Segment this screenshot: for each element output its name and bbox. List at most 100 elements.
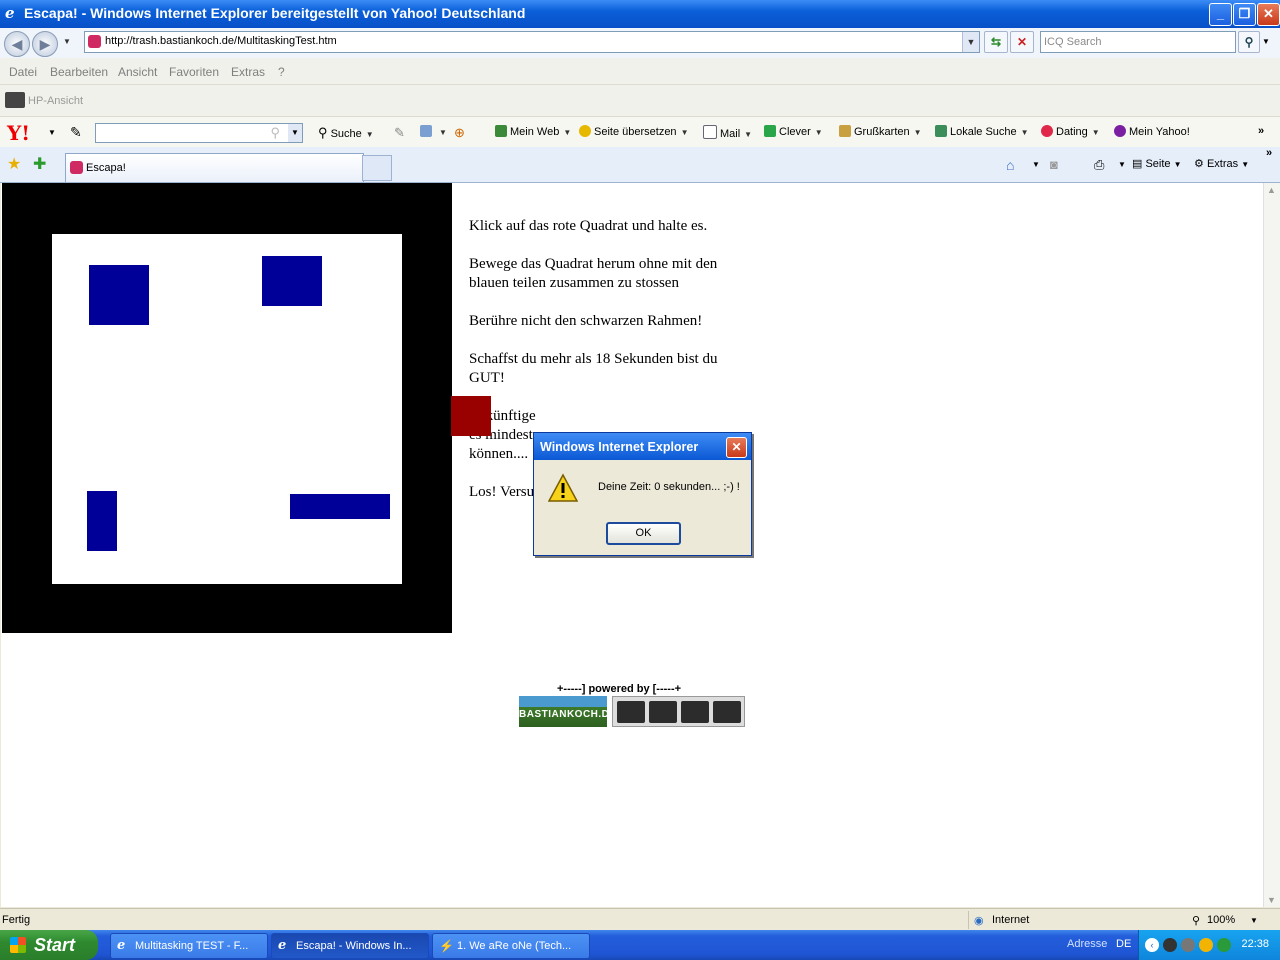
hp-view-button[interactable]: HP-Ansicht (28, 95, 83, 107)
history-dropdown-icon[interactable]: ▼ (63, 37, 71, 46)
search-box[interactable]: ICQ Search (1040, 31, 1236, 53)
yahoo-search-button[interactable]: ⚲ Suche ▼ (318, 125, 374, 141)
yahoo-dating[interactable]: Dating ▼ (1041, 125, 1100, 138)
nvidia-icon[interactable] (1217, 938, 1231, 952)
local-search-icon (935, 125, 947, 137)
taskbar-item-music[interactable]: ⚡ 1. We aRe oNe (Tech... (432, 933, 590, 959)
ok-button[interactable]: OK (606, 522, 681, 545)
print-icon[interactable]: ⎙ (1094, 157, 1104, 173)
network-ports-banner[interactable] (612, 696, 745, 727)
red-square[interactable] (451, 396, 491, 436)
search-options-icon[interactable]: ▼ (1262, 37, 1270, 46)
globe-icon: ◉ (974, 915, 984, 927)
yahoo-search-dropdown-icon[interactable]: ▼ (288, 124, 302, 142)
yahoo-mein-web[interactable]: Mein Web ▼ (495, 125, 571, 138)
hp-camera-icon (5, 92, 25, 108)
add-favorite-icon[interactable]: ✚ (33, 154, 46, 174)
magnifier-icon: ⚲ (270, 125, 280, 140)
refresh-button[interactable]: ⇆ (984, 31, 1008, 53)
url-input[interactable]: http://trash.bastiankoch.de/Multitasking… (105, 35, 337, 47)
yahoo-local-search[interactable]: Lokale Suche ▼ (935, 125, 1029, 138)
task-label: 1. We aRe oNe (Tech... (457, 940, 572, 952)
target-icon[interactable]: ⊕ (454, 125, 465, 141)
page-icon: ▤ (1132, 158, 1143, 170)
task-label: Multitasking TEST - F... (135, 940, 249, 952)
yahoo-search-input[interactable]: ⚲ ▼ (95, 123, 303, 143)
mein-web-label: Mein Web (510, 126, 560, 138)
logo-text: BASTIANKOCH.DE (519, 709, 617, 720)
tab-escapa[interactable]: Escapa! (65, 153, 364, 182)
dialog-close-button[interactable]: ✕ (726, 437, 747, 458)
yahoo-logo[interactable]: Y! (7, 121, 30, 145)
globe-tray-icon[interactable] (1199, 938, 1213, 952)
yahoo-menu-icon[interactable]: ▼ (48, 128, 56, 137)
yahoo-mail[interactable]: Mail ▼ (703, 125, 752, 140)
start-button[interactable]: Start (0, 930, 98, 960)
home-dropdown-icon[interactable]: ▼ (1032, 160, 1040, 169)
instruction-5a: Zukünftige (469, 408, 536, 424)
web-icon (495, 125, 507, 137)
zoom-icon[interactable]: ⚲ (1192, 914, 1200, 927)
yahoo-clever[interactable]: Clever ▼ (764, 125, 823, 138)
page-menu-button[interactable]: ▤ Seite ▼ (1132, 157, 1182, 170)
menu-help[interactable]: ? (278, 65, 285, 79)
home-icon[interactable]: ⌂ (1006, 157, 1014, 173)
ie-logo-icon: e (5, 4, 15, 22)
zoom-dropdown-icon[interactable]: ▼ (1250, 916, 1258, 925)
ie-icon: e (278, 938, 287, 953)
back-button[interactable]: ◀ (4, 31, 30, 57)
zoom-level[interactable]: 100% (1207, 914, 1235, 926)
highlight-icon[interactable]: ✎ (394, 125, 405, 141)
menu-bearbeiten[interactable]: Bearbeiten (50, 65, 108, 79)
blue-block (87, 491, 117, 551)
layout-icon[interactable]: ▼ (420, 125, 447, 138)
address-dropdown-icon[interactable]: ▼ (962, 32, 979, 52)
yahoo-mein-yahoo[interactable]: Mein Yahoo! (1114, 125, 1190, 138)
dialog-title-bar: Windows Internet Explorer ✕ (534, 433, 751, 460)
search-button[interactable]: ⚲ (1238, 31, 1260, 53)
scroll-down-icon[interactable]: ▼ (1267, 895, 1276, 905)
tab-bar: ★ ✚ Escapa! ⌂ ▼ ◙ ⎙ ▼ ▤ Seite ▼ ⚙ Extras… (0, 147, 1280, 183)
steam-icon[interactable] (1163, 938, 1177, 952)
tray-expand-icon[interactable]: ‹ (1145, 938, 1159, 952)
menu-favoriten[interactable]: Favoriten (169, 65, 219, 79)
bastiankoch-logo[interactable]: BASTIANKOCH.DE (519, 696, 616, 727)
toolbar-overflow-icon[interactable]: » (1258, 125, 1264, 137)
windows-flag-icon (10, 937, 26, 953)
status-text: Fertig (2, 914, 31, 926)
close-button[interactable]: ✕ (1257, 3, 1280, 26)
taskbar-item-multitasking[interactable]: e Multitasking TEST - F... (110, 933, 268, 959)
clock[interactable]: 22:38 (1241, 938, 1269, 950)
scroll-up-icon[interactable]: ▲ (1267, 185, 1276, 195)
mail-label: Mail (720, 128, 741, 140)
stop-icon: ✕ (1016, 35, 1028, 49)
translate-icon (579, 125, 591, 137)
vertical-scrollbar[interactable]: ▲ ▼ (1263, 183, 1280, 907)
print-dropdown-icon[interactable]: ▼ (1118, 160, 1126, 169)
maximize-button[interactable]: ❐ (1233, 3, 1256, 26)
port-icon (617, 701, 645, 723)
yahoo-cards[interactable]: Grußkarten ▼ (839, 125, 922, 138)
minimize-button[interactable]: _ (1209, 3, 1232, 26)
zone-text: Internet (992, 914, 1030, 926)
language-indicator[interactable]: DE (1116, 938, 1131, 950)
feeds-icon[interactable]: ◙ (1050, 157, 1058, 172)
menu-extras[interactable]: Extras (231, 65, 265, 79)
menu-ansicht[interactable]: Ansicht (118, 65, 157, 79)
search-input[interactable]: ICQ Search (1044, 36, 1101, 48)
taskbar-item-escapa[interactable]: e Escapa! - Windows In... (271, 933, 429, 959)
command-overflow-icon[interactable]: » (1266, 147, 1272, 159)
warning-icon (548, 473, 578, 502)
yahoo-translate[interactable]: Seite übersetzen ▼ (579, 125, 688, 138)
network-icon[interactable] (1181, 938, 1195, 952)
forward-button[interactable]: ▶ (32, 31, 58, 57)
new-tab-button[interactable] (362, 155, 392, 181)
address-toolbar-label[interactable]: Adresse (1067, 938, 1107, 950)
pencil-icon[interactable]: ✎ (70, 124, 82, 141)
favorites-star-icon[interactable]: ★ (7, 154, 21, 174)
tools-menu-button[interactable]: ⚙ Extras ▼ (1194, 157, 1249, 170)
address-bar[interactable]: http://trash.bastiankoch.de/Multitasking… (84, 31, 980, 53)
stop-button[interactable]: ✕ (1010, 31, 1034, 53)
menu-datei[interactable]: Datei (9, 65, 37, 79)
mail-icon (703, 125, 717, 139)
